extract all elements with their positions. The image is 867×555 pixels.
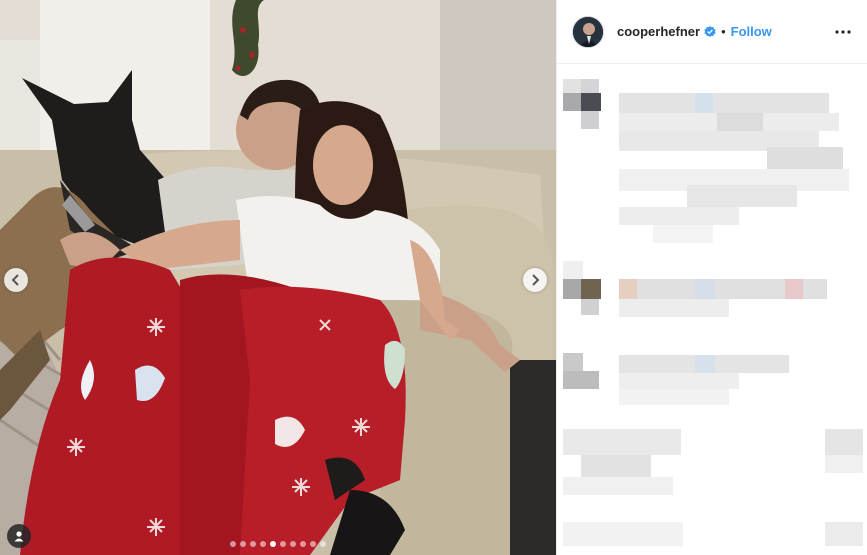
header-separator: • (721, 24, 726, 39)
carousel-dot (300, 541, 306, 547)
carousel-dot (240, 541, 246, 547)
carousel-dot (250, 541, 256, 547)
more-options-button[interactable] (833, 22, 853, 42)
carousel-prev-button[interactable] (4, 268, 28, 292)
chevron-right-icon (532, 274, 540, 286)
verified-badge-icon (704, 25, 716, 37)
avatar-image (573, 16, 603, 47)
carousel-indicator (0, 541, 556, 547)
carousel-dot (280, 541, 286, 547)
author-username[interactable]: cooperhefner (617, 24, 700, 39)
more-options-icon (835, 29, 851, 34)
carousel-dot-active (270, 541, 276, 547)
pixelated-comment (557, 347, 867, 407)
photo-couple-with-dog (0, 0, 556, 555)
comments-area-pixelated (557, 65, 867, 555)
carousel-dot (260, 541, 266, 547)
pixelated-comment (557, 425, 867, 505)
carousel-dot (310, 541, 316, 547)
avatar[interactable] (572, 15, 604, 48)
post-side-panel: cooperhefner • Follow (556, 0, 867, 555)
pixelated-footer (557, 520, 867, 550)
follow-button[interactable]: Follow (731, 24, 772, 39)
carousel-dot (290, 541, 296, 547)
carousel-dot (320, 541, 326, 547)
post-header: cooperhefner • Follow (557, 0, 867, 64)
pixelated-caption (557, 65, 867, 255)
pixelated-comment (557, 261, 867, 331)
carousel-dot (230, 541, 236, 547)
carousel-next-button[interactable] (523, 268, 547, 292)
chevron-left-icon (11, 274, 19, 286)
instagram-post: cooperhefner • Follow (0, 0, 867, 555)
post-photo[interactable] (0, 0, 556, 555)
